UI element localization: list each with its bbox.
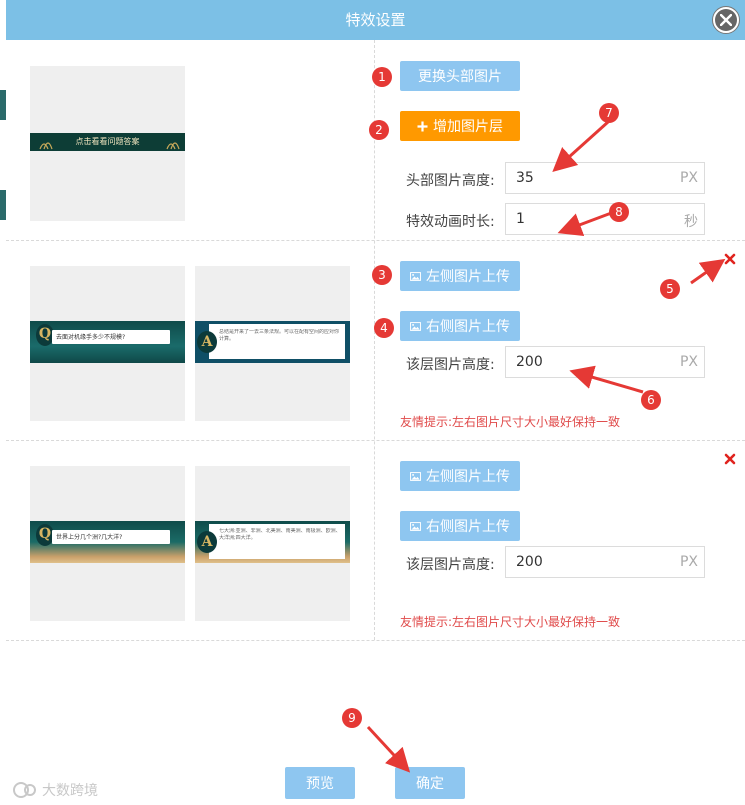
annotation-badge-3: 3 bbox=[372, 265, 392, 285]
annotation-badge-6: 6 bbox=[641, 390, 661, 410]
annotation-badge-5: 5 bbox=[660, 279, 680, 299]
annotation-badge-2: 2 bbox=[369, 120, 389, 140]
watermark-logo-icon bbox=[13, 782, 36, 798]
annotation-badge-7: 7 bbox=[599, 103, 619, 123]
watermark: 大数跨境 bbox=[12, 780, 98, 800]
arrow-7 bbox=[552, 120, 610, 173]
arrow-8 bbox=[557, 210, 615, 236]
arrow-5 bbox=[690, 258, 726, 285]
annotation-badge-4: 4 bbox=[374, 318, 394, 338]
arrow-9 bbox=[366, 725, 411, 773]
arrow-6 bbox=[569, 365, 644, 394]
effect-settings-dialog: 特效设置 点击看看问题答案 更换头部图片 增加图片层 头部图片高度: 35 PX… bbox=[6, 0, 745, 805]
watermark-text: 大数跨境 bbox=[42, 783, 98, 799]
annotation-badge-9: 9 bbox=[342, 708, 362, 728]
annotation-badge-8: 8 bbox=[609, 202, 629, 222]
annotation-badge-1: 1 bbox=[372, 67, 392, 87]
